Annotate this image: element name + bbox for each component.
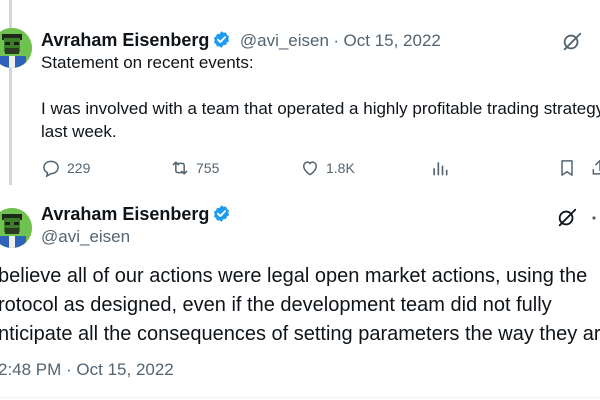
like-button[interactable]: 1.8K: [300, 158, 355, 178]
reply-count: 229: [67, 160, 91, 176]
like-count: 1.8K: [326, 160, 355, 176]
share-button[interactable]: [590, 158, 600, 178]
tweet-text-line-2: I was involved with a team that operated…: [41, 99, 600, 118]
tweet-text-line-3: nticipate all the consequences of settin…: [0, 323, 600, 345]
reply-icon: [43, 160, 59, 178]
tweet-text-line-1: Statement on recent events:: [41, 53, 254, 72]
verified-badge-icon: [212, 30, 231, 49]
more-icon[interactable]: [588, 207, 600, 234]
tweet-header: Avraham Eisenberg: [41, 204, 231, 225]
reply-button[interactable]: 229: [41, 158, 90, 178]
tweet-date[interactable]: Oct 15, 2022: [344, 31, 441, 50]
author-handle[interactable]: @avi_eisen: [41, 227, 130, 247]
tweet-timestamp[interactable]: 2:48 PM · Oct 15, 2022: [0, 360, 174, 380]
verified-badge-icon: [212, 204, 231, 223]
like-icon: [303, 161, 317, 176]
tweet-header: Avraham Eisenberg @avi_eisen · Oct 15, 2…: [41, 30, 441, 51]
share-icon: [592, 159, 600, 175]
author-handle[interactable]: @avi_eisen: [240, 31, 329, 50]
tweet-text-line-2: rotocol as designed, even if the develop…: [0, 294, 552, 316]
avatar[interactable]: [0, 28, 32, 68]
bookmark-icon: [561, 160, 573, 176]
tweet-text-line-3: last week.: [41, 122, 117, 141]
grok-icon[interactable]: [561, 31, 583, 58]
views-button[interactable]: [430, 158, 456, 178]
retweet-count: 755: [196, 160, 220, 176]
avatar[interactable]: [0, 208, 32, 248]
retweet-icon: [172, 161, 188, 175]
tweet-text-line-1: believe all of our actions were legal op…: [0, 265, 588, 287]
views-icon: [433, 162, 448, 176]
retweet-button[interactable]: 755: [170, 158, 219, 178]
grok-icon[interactable]: [556, 207, 578, 234]
author-name[interactable]: Avraham Eisenberg: [41, 204, 209, 224]
bookmark-button[interactable]: [557, 158, 583, 178]
separator-dot: ·: [333, 31, 340, 50]
author-name[interactable]: Avraham Eisenberg: [41, 30, 209, 50]
divider: [0, 397, 600, 398]
